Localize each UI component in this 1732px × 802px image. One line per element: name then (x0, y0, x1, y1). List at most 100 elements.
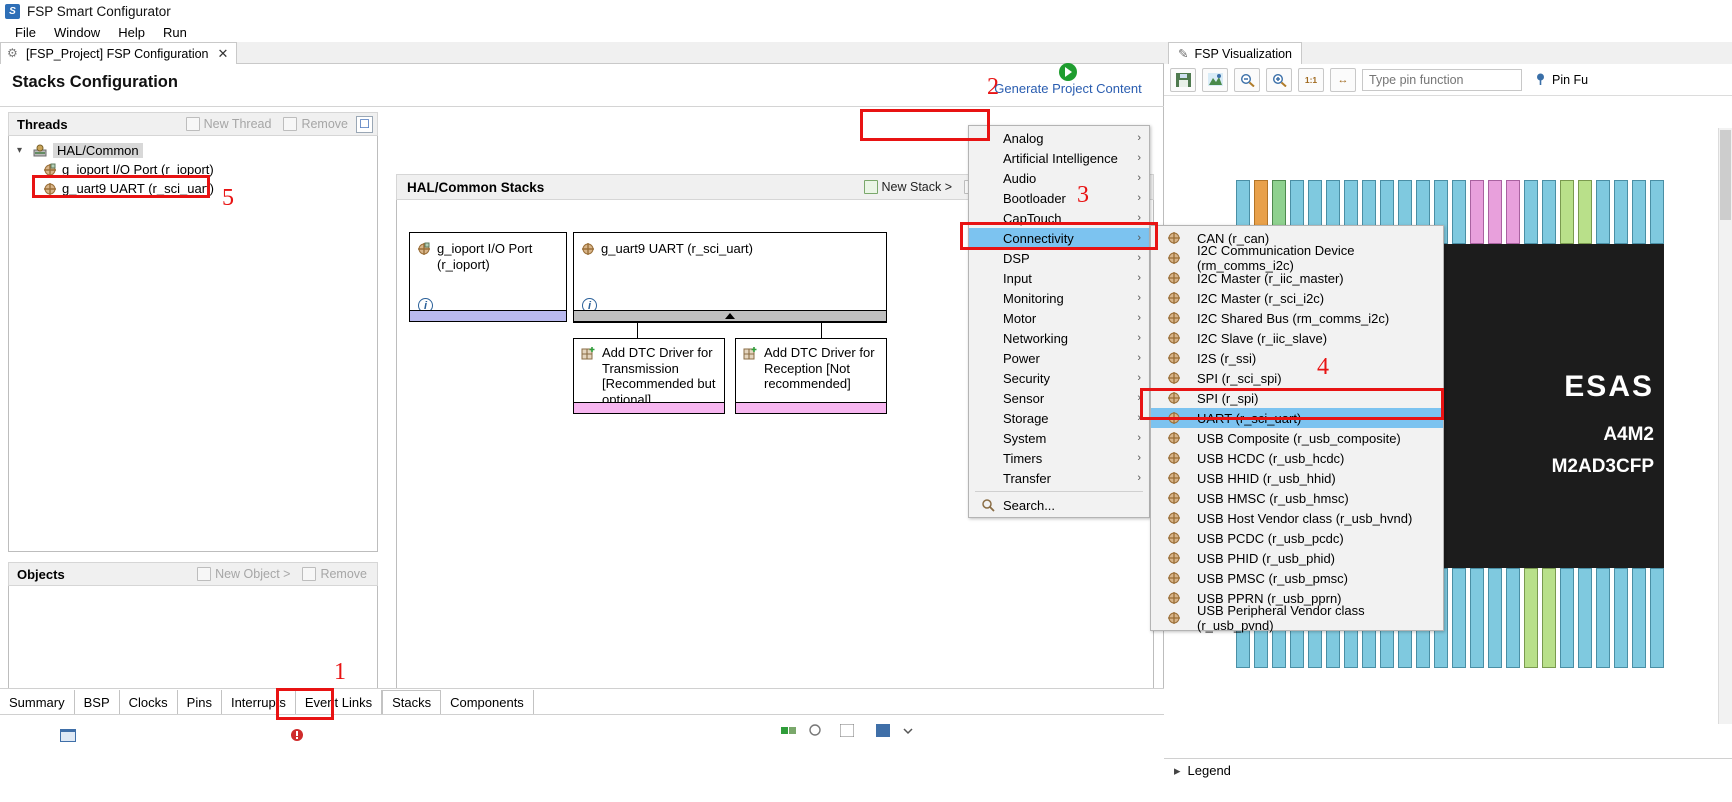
window-icon[interactable] (839, 723, 856, 738)
error-icon[interactable] (290, 729, 306, 742)
menu-item-run[interactable]: Run (154, 24, 196, 41)
stack-box-ioport[interactable]: g_ioport I/O Port (r_ioport) i (409, 232, 567, 322)
pin-icon[interactable] (808, 724, 824, 737)
zoom-out-icon[interactable] (1234, 67, 1260, 92)
chevron-down-icon[interactable]: ▾ (17, 145, 28, 156)
scrollbar-thumb[interactable] (1720, 130, 1731, 220)
submenu-item-i2c-communication-device[interactable]: I2C Communication Device (rm_comms_i2c) (1151, 243, 1443, 273)
fit-width-icon[interactable]: ↔ (1330, 67, 1356, 92)
submenu-item-i2c-master-iic[interactable]: I2C Master (r_iic_master) (1151, 268, 1443, 288)
image-icon[interactable] (1202, 67, 1228, 92)
tab-fsp-visualization[interactable]: ✎ FSP Visualization (1168, 42, 1302, 64)
tab-fsp-configuration[interactable]: ⚙ [FSP_Project] FSP Configuration ✕ (0, 42, 238, 64)
menu-item-help[interactable]: Help (109, 24, 154, 41)
connectivity-submenu[interactable]: CAN (r_can) I2C Communication Device (rm… (1150, 225, 1444, 633)
annotation-number-3: 3 (1077, 182, 1089, 208)
menu-item-motor[interactable]: Motor › (969, 308, 1149, 328)
generate-project-content-button[interactable]: Generate Project Content (983, 63, 1153, 96)
menu-item-artificial-intelligence[interactable]: Artificial Intelligence › (969, 148, 1149, 168)
menu-item-label: Bootloader (1003, 190, 1066, 206)
zoom-in-icon[interactable] (1266, 67, 1292, 92)
pin-function-toggle[interactable]: Pin Fu (1528, 72, 1588, 88)
vertical-scrollbar[interactable] (1718, 128, 1732, 724)
chevron-right-icon: › (1137, 292, 1141, 304)
link-icon[interactable] (780, 724, 798, 737)
menu-item-monitoring[interactable]: Monitoring › (969, 288, 1149, 308)
menu-item-file[interactable]: File (6, 24, 45, 41)
submenu-item-uart[interactable]: UART (r_sci_uart) (1151, 408, 1443, 428)
stack-box-uart9[interactable]: g_uart9 UART (r_sci_uart) i (573, 232, 887, 322)
menu-item-dsp[interactable]: DSP › (969, 248, 1149, 268)
chevron-down-icon[interactable] (902, 724, 918, 737)
bottom-tab-bsp[interactable]: BSP (74, 690, 120, 714)
bottom-tab-components[interactable]: Components (441, 690, 534, 714)
bottom-tab-event-links[interactable]: Event Links (295, 690, 383, 714)
new-thread-button[interactable]: New Thread (180, 117, 278, 131)
new-object-button[interactable]: New Object > (191, 567, 296, 581)
submenu-item-spi[interactable]: SPI (r_spi) (1151, 388, 1443, 408)
menu-item-system[interactable]: System › (969, 428, 1149, 448)
submenu-item-i2c-slave[interactable]: I2C Slave (r_iic_slave) (1151, 328, 1443, 348)
terminal-icon[interactable] (876, 724, 892, 737)
tree-node-g-ioport[interactable]: g_ioport I/O Port (r_ioport) (9, 160, 377, 179)
search-input[interactable] (1362, 68, 1522, 91)
menu-item-transfer[interactable]: Transfer › (969, 468, 1149, 488)
new-thread-label: New Thread (203, 117, 272, 131)
bottom-tab-summary[interactable]: Summary (0, 690, 75, 714)
menu-item-timers[interactable]: Timers › (969, 448, 1149, 468)
bottom-tab-strip[interactable]: Summary BSP Clocks Pins Interrupts Event… (0, 688, 1164, 714)
submenu-item-usb-pmsc[interactable]: USB PMSC (r_usb_pmsc) (1151, 568, 1443, 588)
stack-box-add-dtc-reception[interactable]: Add DTC Driver for Reception [Not recomm… (735, 338, 887, 414)
submenu-item-usb-pcdc[interactable]: USB PCDC (r_usb_pcdc) (1151, 528, 1443, 548)
submenu-item-label: USB PHID (r_usb_phid) (1197, 550, 1335, 566)
collapse-all-icon[interactable]: ☐ (356, 115, 373, 133)
chevron-right-icon[interactable]: ▸ (1174, 763, 1181, 779)
stack-box-footer[interactable] (574, 310, 886, 321)
bottom-tab-pins[interactable]: Pins (177, 690, 222, 714)
threads-tree[interactable]: ▾ HAL/Common g_ioport I/O Port (r_ioport… (8, 136, 378, 552)
menu-item-sensor[interactable]: Sensor › (969, 388, 1149, 408)
menu-item-analog[interactable]: Analog › (969, 128, 1149, 148)
tree-node-hal-common[interactable]: ▾ HAL/Common (9, 141, 377, 160)
legend-section[interactable]: ▸ Legend (1164, 758, 1732, 782)
console-icon[interactable] (60, 729, 76, 742)
menu-item-security[interactable]: Security › (969, 368, 1149, 388)
remove-object-button[interactable]: Remove (296, 567, 373, 581)
menu-item-window[interactable]: Window (45, 24, 109, 41)
bottom-tab-stacks[interactable]: Stacks (382, 690, 442, 714)
new-stack-button[interactable]: New Stack > (858, 180, 959, 194)
submenu-item-usb-hmsc[interactable]: USB HMSC (r_usb_hmsc) (1151, 488, 1443, 508)
submenu-item-usb-hcdc[interactable]: USB HCDC (r_usb_hcdc) (1151, 448, 1443, 468)
new-object-label: New Object > (215, 567, 291, 581)
new-stack-context-menu[interactable]: Analog › Artificial Intelligence › Audio… (968, 125, 1150, 518)
bottom-tab-clocks[interactable]: Clocks (119, 690, 178, 714)
submenu-item-i2s[interactable]: I2S (r_ssi) (1151, 348, 1443, 368)
submenu-item-usb-hhid[interactable]: USB HHID (r_usb_hhid) (1151, 468, 1443, 488)
remove-thread-button[interactable]: Remove (277, 117, 354, 131)
submenu-item-usb-peripheral-vendor-class[interactable]: USB Peripheral Vendor class (r_usb_pvnd) (1151, 603, 1443, 633)
menu-item-captouch[interactable]: CapTouch › (969, 208, 1149, 228)
submenu-item-usb-phid[interactable]: USB PHID (r_usb_phid) (1151, 548, 1443, 568)
menu-item-networking[interactable]: Networking › (969, 328, 1149, 348)
save-icon[interactable] (1170, 67, 1196, 92)
menu-item-connectivity[interactable]: Connectivity › (969, 228, 1149, 248)
submenu-item-spi-sci[interactable]: SPI (r_sci_spi) (1151, 368, 1443, 388)
stack-box-add-dtc-transmission[interactable]: Add DTC Driver for Transmission [Recomme… (573, 338, 725, 414)
add-driver-icon (743, 346, 758, 360)
menu-item-bootloader[interactable]: Bootloader › (969, 188, 1149, 208)
menu-item-search[interactable]: Search... (969, 495, 1149, 515)
close-icon[interactable]: ✕ (218, 46, 229, 62)
bottom-tab-interrupts[interactable]: Interrupts (221, 690, 296, 714)
menu-item-label: Security (1003, 370, 1050, 386)
submenu-item-usb-composite[interactable]: USB Composite (r_usb_composite) (1151, 428, 1443, 448)
chevron-right-icon: › (1137, 312, 1141, 324)
actual-size-icon[interactable]: 1:1 (1298, 67, 1324, 92)
tree-node-g-uart9[interactable]: g_uart9 UART (r_sci_uart) (9, 179, 377, 198)
menu-item-power[interactable]: Power › (969, 348, 1149, 368)
submenu-item-usb-host-vendor-class[interactable]: USB Host Vendor class (r_usb_hvnd) (1151, 508, 1443, 528)
menu-item-audio[interactable]: Audio › (969, 168, 1149, 188)
menu-item-input[interactable]: Input › (969, 268, 1149, 288)
submenu-item-i2c-master-sci[interactable]: I2C Master (r_sci_i2c) (1151, 288, 1443, 308)
menu-item-storage[interactable]: Storage › (969, 408, 1149, 428)
submenu-item-i2c-shared-bus[interactable]: I2C Shared Bus (rm_comms_i2c) (1151, 308, 1443, 328)
